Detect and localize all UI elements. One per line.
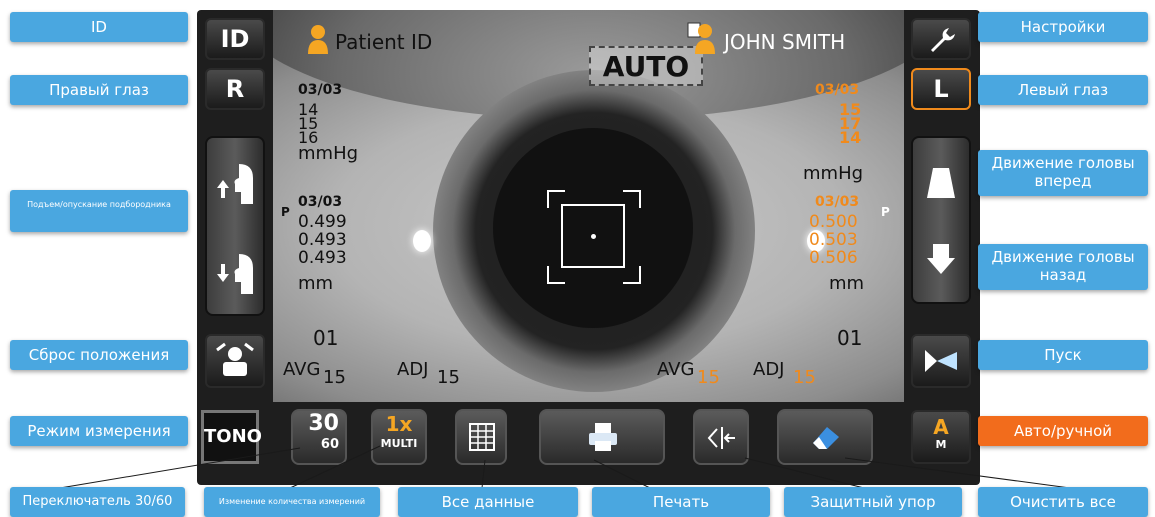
left-avg-value: 15 xyxy=(697,367,720,388)
callout-count-change: Изменение количества измерений xyxy=(204,487,380,517)
right-thickness-1: 0.499 xyxy=(298,212,347,232)
p-marker-left: P xyxy=(881,205,890,219)
arrow-down-icon[interactable] xyxy=(925,242,957,276)
arrow-down-icon[interactable] xyxy=(213,248,257,298)
callout-mode: Режим измерения xyxy=(10,416,188,446)
left-count-bottom: 03/03 xyxy=(815,194,860,210)
left-thickness-2: 0.503 xyxy=(809,230,858,250)
left-adj-label: ADJ xyxy=(753,359,785,380)
clear-all-button[interactable] xyxy=(777,409,873,465)
reset-position-button[interactable] xyxy=(205,334,265,388)
callout-id: ID xyxy=(10,12,188,42)
switch-30-60-button[interactable]: 30 60 xyxy=(291,409,347,465)
printer-icon xyxy=(589,423,617,451)
arrow-up-icon[interactable] xyxy=(925,166,957,200)
left-iop-unit: mmHg xyxy=(803,163,864,184)
tono-mode-button[interactable]: TONO xyxy=(201,410,262,464)
multi-top-value: 1x xyxy=(385,412,413,436)
right-adj-value: 15 xyxy=(437,367,460,388)
patient-name: JOHN SMITH xyxy=(724,30,846,54)
callout-stop: Защитный упор xyxy=(784,487,962,517)
head-movement-control[interactable] xyxy=(911,136,971,304)
left-index: 01 xyxy=(837,326,863,350)
switch-bottom-value: 60 xyxy=(320,437,339,452)
left-avg-label: AVG xyxy=(657,359,695,380)
patient-id-label: Patient ID xyxy=(335,30,433,54)
callout-right-eye: Правый глаз xyxy=(10,75,188,105)
person-icon xyxy=(308,25,328,54)
measurement-count-button[interactable]: 1x MULTI xyxy=(371,409,427,465)
left-thickness-3: 0.506 xyxy=(809,248,858,268)
callout-chin: Подъем/опускание подбородника xyxy=(10,190,188,232)
manual-label: M xyxy=(935,438,947,451)
p-marker-right: P xyxy=(281,205,290,219)
switch-top-value: 30 xyxy=(308,411,339,436)
safety-stop-button[interactable] xyxy=(693,409,749,465)
reset-icon xyxy=(216,342,254,376)
callout-reset: Сброс положения xyxy=(10,340,188,370)
left-iop-3: 14 xyxy=(839,128,862,147)
left-thickness-unit: mm xyxy=(829,273,865,294)
alignment-target xyxy=(547,190,641,284)
auto-label: A xyxy=(933,415,949,439)
right-thickness-3: 0.493 xyxy=(298,248,347,268)
callout-switch: Переключатель 30/60 xyxy=(10,487,185,517)
person-icon xyxy=(687,22,715,54)
callout-head-forward: Движение головы вперед xyxy=(978,150,1148,196)
right-count-bottom: 03/03 xyxy=(298,194,343,210)
callout-settings: Настройки xyxy=(978,12,1148,42)
settings-button[interactable] xyxy=(911,18,971,60)
right-eye-button[interactable]: R xyxy=(205,68,265,110)
left-adj-value: 15 xyxy=(793,367,816,388)
chin-rest-control[interactable] xyxy=(205,136,265,316)
id-button[interactable]: ID xyxy=(205,18,265,60)
callout-auto-manual: Авто/ручной xyxy=(978,416,1148,446)
print-button[interactable] xyxy=(539,409,665,465)
left-eye-button[interactable]: L xyxy=(911,68,971,110)
callout-all-data: Все данные xyxy=(398,487,578,517)
wrench-icon xyxy=(931,28,955,52)
stop-icon xyxy=(707,427,735,449)
right-adj-label: ADJ xyxy=(397,359,429,380)
corneal-glint-left xyxy=(413,230,431,252)
arrow-up-icon[interactable] xyxy=(213,158,257,208)
left-thickness-1: 0.500 xyxy=(809,212,858,232)
right-count-top: 03/03 xyxy=(298,82,343,98)
callout-clear: Очистить все xyxy=(978,487,1148,517)
callout-left-eye: Левый глаз xyxy=(978,75,1148,105)
right-avg-value: 15 xyxy=(323,367,346,388)
start-icon xyxy=(925,350,957,372)
eye-camera-view: AUTO Patient ID JOHN SMITH 03/03 14 15 1… xyxy=(273,10,904,402)
auto-mode-indicator: AUTO xyxy=(589,46,703,86)
auto-manual-button[interactable]: A M xyxy=(911,410,971,464)
start-button[interactable] xyxy=(911,334,971,388)
left-count-top: 03/03 xyxy=(815,82,860,98)
all-data-button[interactable] xyxy=(455,409,507,465)
right-thickness-2: 0.493 xyxy=(298,230,347,250)
right-iop-unit: mmHg xyxy=(298,143,359,164)
eraser-icon xyxy=(813,427,839,449)
right-thickness-unit: mm xyxy=(298,273,334,294)
callout-print: Печать xyxy=(592,487,770,517)
table-icon xyxy=(469,423,495,451)
right-index: 01 xyxy=(313,326,339,350)
right-avg-label: AVG xyxy=(283,359,321,380)
device-screen: AUTO Patient ID JOHN SMITH 03/03 14 15 1… xyxy=(197,10,980,485)
multi-bottom-value: MULTI xyxy=(380,437,418,450)
callout-head-back: Движение головы назад xyxy=(978,244,1148,290)
callout-start: Пуск xyxy=(978,340,1148,370)
